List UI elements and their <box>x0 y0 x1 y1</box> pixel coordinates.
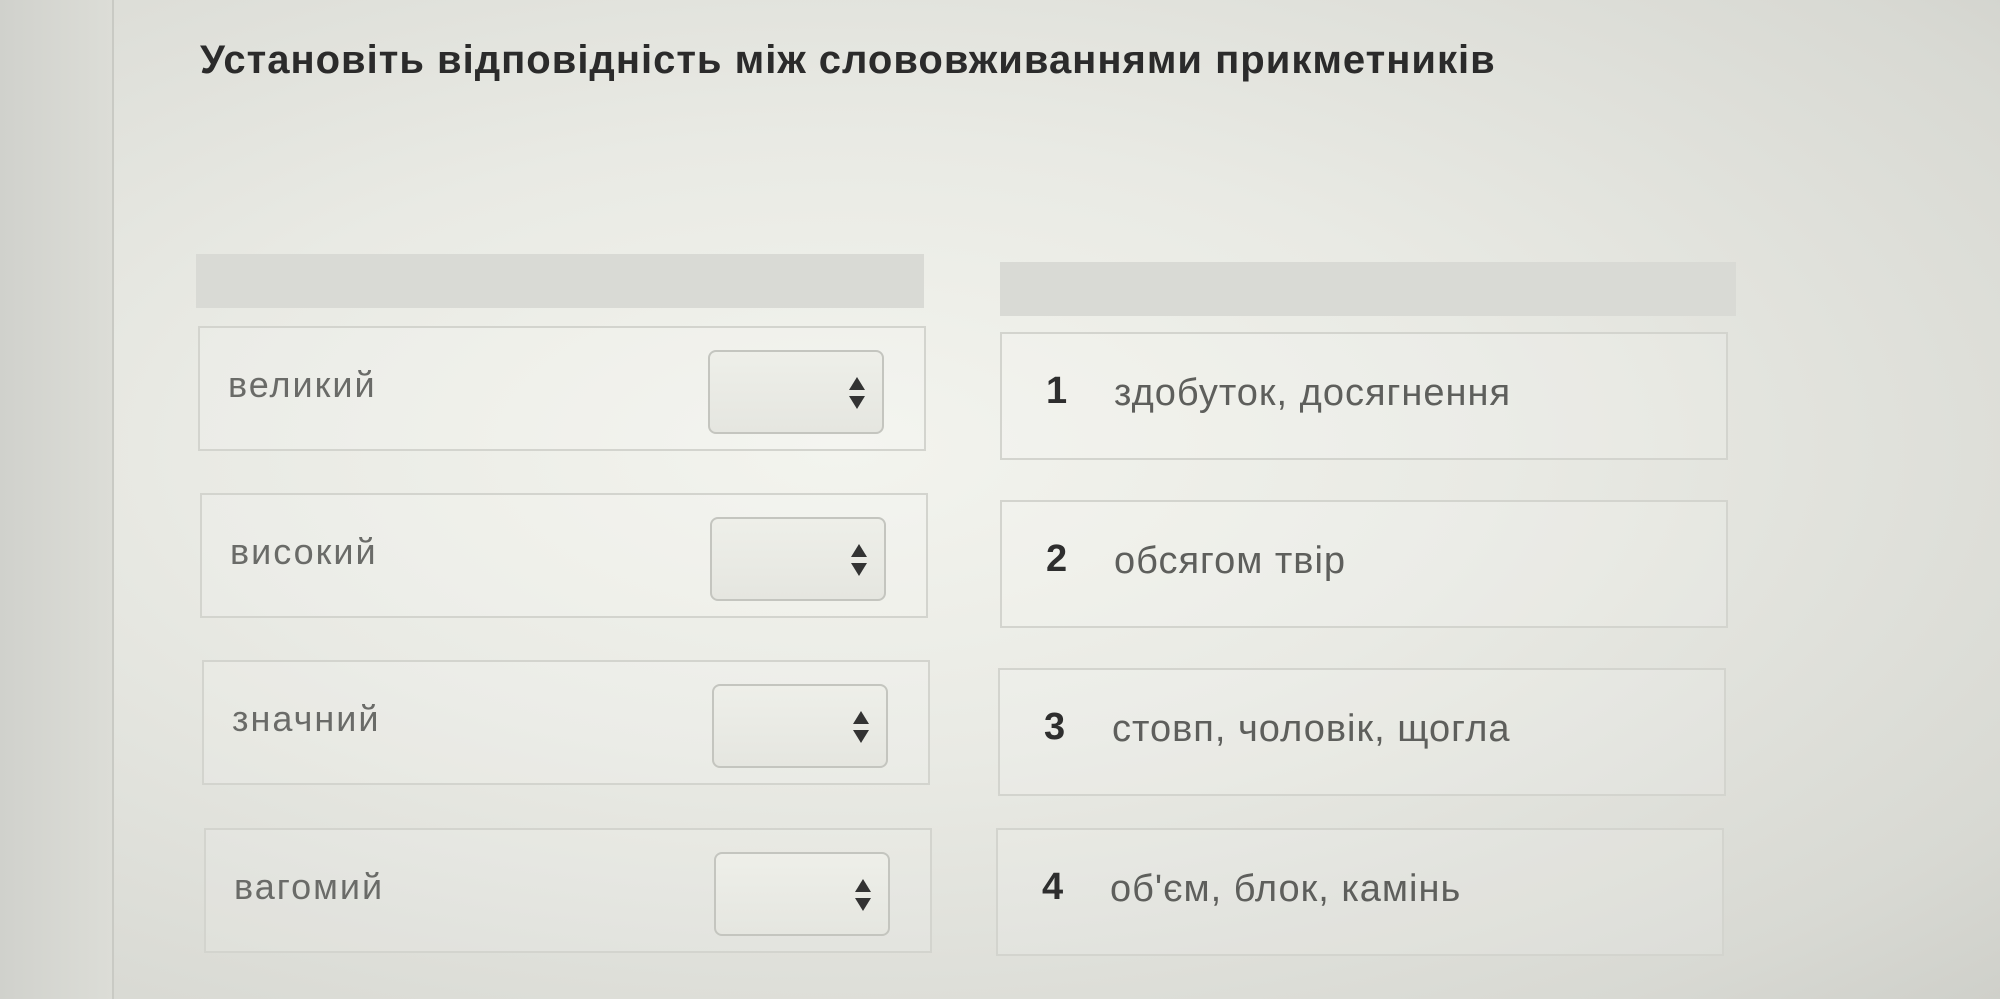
right-column-header <box>1000 262 1736 316</box>
option-text: об'єм, блок, камінь <box>1110 868 1462 910</box>
left-panel-edge <box>0 0 114 999</box>
term-label: високий <box>230 531 378 572</box>
match-row-1: великий <box>198 326 926 451</box>
answer-select-1[interactable] <box>708 350 884 434</box>
sort-arrows-icon <box>849 377 865 409</box>
option-text: обсягом твір <box>1114 540 1347 582</box>
answer-option-2: 2 обсягом твір <box>1000 500 1728 628</box>
answer-option-3: 3 стовп, чоловік, щогла <box>998 668 1726 796</box>
option-number: 4 <box>1042 866 1064 908</box>
option-number: 3 <box>1044 706 1066 748</box>
option-text: здобуток, досягнення <box>1114 372 1512 414</box>
answer-select-2[interactable] <box>710 517 886 601</box>
option-number: 1 <box>1046 370 1068 412</box>
left-column-header <box>196 254 924 308</box>
term-label: великий <box>228 364 377 405</box>
match-row-3: значний <box>202 660 930 785</box>
answer-select-3[interactable] <box>712 684 888 768</box>
question-title: Установіть відповідність між слововживан… <box>200 38 1496 82</box>
term-label: значний <box>232 698 381 739</box>
match-row-2: високий <box>200 493 928 618</box>
answer-select-4[interactable] <box>714 852 890 936</box>
sort-arrows-icon <box>855 879 871 911</box>
match-row-4: вагомий <box>204 828 932 953</box>
option-text: стовп, чоловік, щогла <box>1112 708 1511 750</box>
answer-option-1: 1 здобуток, досягнення <box>1000 332 1728 460</box>
answer-option-4: 4 об'єм, блок, камінь <box>996 828 1724 956</box>
option-number: 2 <box>1046 538 1068 580</box>
sort-arrows-icon <box>853 711 869 743</box>
term-label: вагомий <box>234 866 385 907</box>
sort-arrows-icon <box>851 544 867 576</box>
